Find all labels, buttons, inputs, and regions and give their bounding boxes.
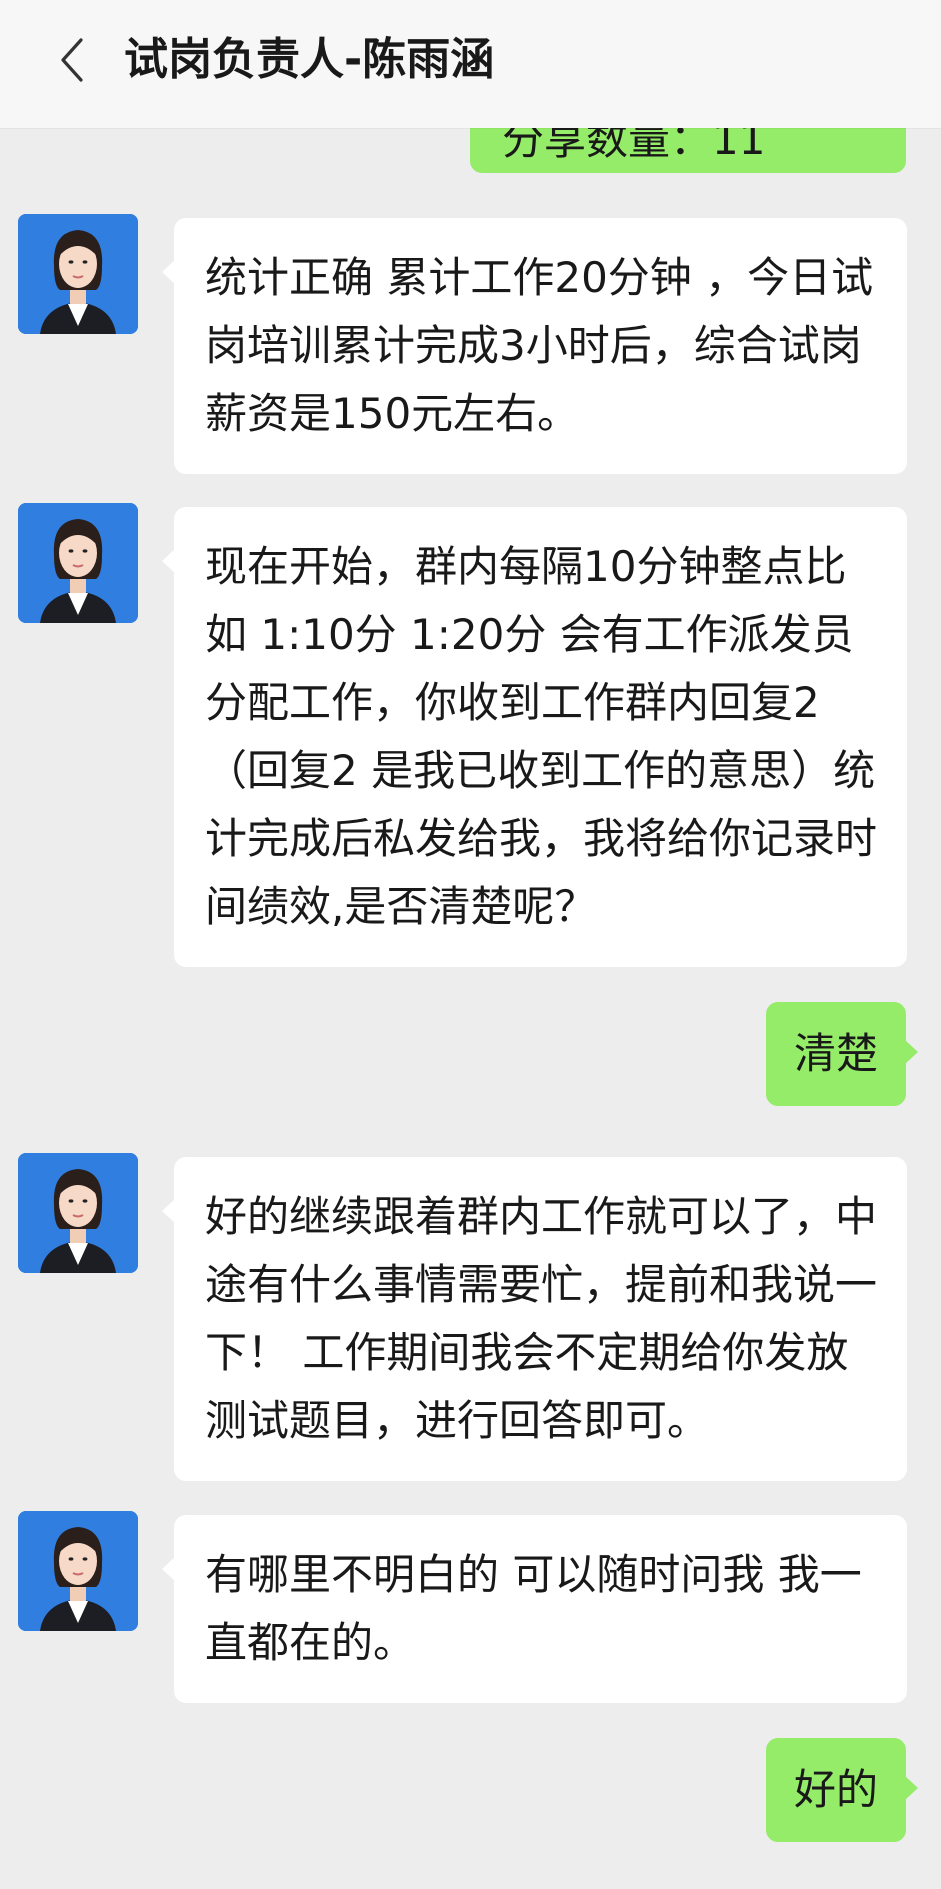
incoming-message-bubble[interactable]: 有哪里不明白的 可以随时问我 我一直都在的。 xyxy=(162,1515,907,1703)
avatar-portrait-icon xyxy=(18,1511,138,1631)
chat-header: 试岗负责人-陈雨涵 xyxy=(0,0,941,128)
message-text: 现在开始，群内每隔10分钟整点比如 1:10分 1:20分 会有工作派发员分配工… xyxy=(205,542,878,931)
chevron-left-icon xyxy=(61,38,83,82)
chat-message-list[interactable]: 分享数量：11 统计正确 累计工作20分钟 ，今日试岗培训累计完成3小时后，综合… xyxy=(0,0,941,1889)
outgoing-message-bubble[interactable]: 好的 xyxy=(765,1738,919,1842)
message-text: 有哪里不明白的 可以随时问我 我一直都在的。 xyxy=(205,1550,862,1667)
incoming-message-bubble[interactable]: 统计正确 累计工作20分钟 ，今日试岗培训累计完成3小时后，综合试岗薪资是150… xyxy=(162,218,907,474)
incoming-message-bubble[interactable]: 现在开始，群内每隔10分钟整点比如 1:10分 1:20分 会有工作派发员分配工… xyxy=(162,507,907,967)
avatar-portrait-icon xyxy=(18,214,138,334)
contact-avatar[interactable] xyxy=(18,1153,138,1273)
message-text: 统计正确 累计工作20分钟 ，今日试岗培训累计完成3小时后，综合试岗薪资是150… xyxy=(205,253,874,438)
back-button[interactable] xyxy=(52,30,92,90)
avatar-portrait-icon xyxy=(18,1153,138,1273)
contact-avatar[interactable] xyxy=(18,503,138,623)
incoming-message-bubble[interactable]: 好的继续跟着群内工作就可以了，中途有什么事情需要忙，提前和我说一下！ 工作期间我… xyxy=(162,1157,907,1481)
chat-title: 试岗负责人-陈雨涵 xyxy=(124,34,495,85)
message-text: 好的 xyxy=(793,1765,878,1814)
avatar-portrait-icon xyxy=(18,503,138,623)
outgoing-message-bubble[interactable]: 清楚 xyxy=(765,1002,919,1106)
message-text: 清楚 xyxy=(793,1029,878,1078)
message-text: 好的继续跟着群内工作就可以了，中途有什么事情需要忙，提前和我说一下！ 工作期间我… xyxy=(205,1192,878,1445)
contact-avatar[interactable] xyxy=(18,214,138,334)
contact-avatar[interactable] xyxy=(18,1511,138,1631)
